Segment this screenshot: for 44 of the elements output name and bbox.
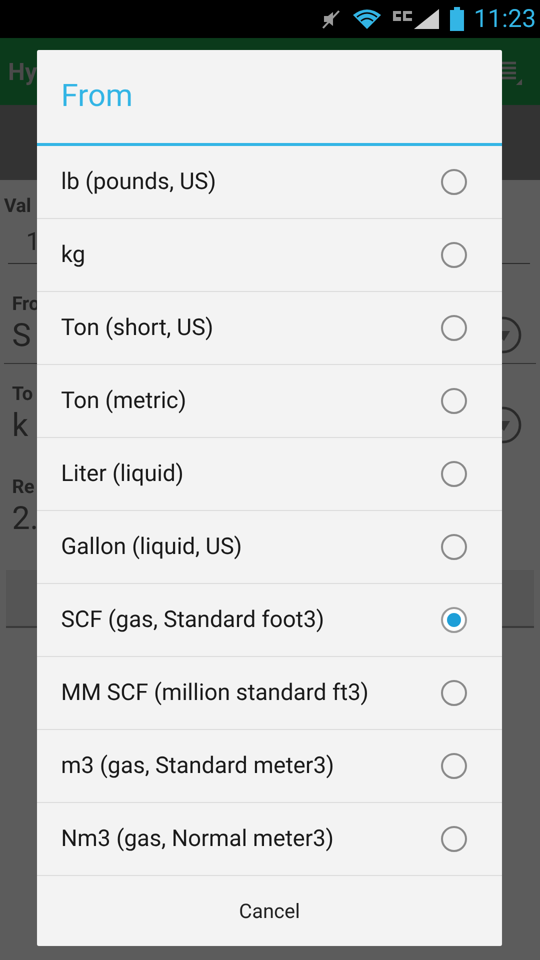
list-item[interactable]: Ton (metric) [37,365,502,438]
list-item[interactable]: kg [37,219,502,292]
item-label: Liter (liquid) [61,458,184,489]
wifi-icon [352,8,382,30]
radio-button[interactable] [441,315,467,341]
list-item[interactable]: Ton (short, US) [37,292,502,365]
radio-button[interactable] [441,680,467,706]
dropdown-value: S [12,315,31,356]
radio-button[interactable] [441,607,467,633]
battery-icon [450,7,464,31]
field-label: Re [12,477,34,496]
radio-button[interactable] [441,534,467,560]
list-item[interactable]: m3 (gas, Standard meter3) [37,730,502,803]
item-label: Ton (metric) [61,386,186,416]
radio-button[interactable] [441,826,467,852]
result-value: 2. [12,498,38,539]
radio-button[interactable] [441,461,467,487]
app-title: Hy [8,56,38,88]
cancel-button[interactable]: Cancel [37,876,502,946]
item-label: lb (pounds, US) [61,166,216,197]
list-item[interactable]: SCF (gas, Standard foot3) [37,584,502,657]
item-label: MM SCF (million standard ft3) [61,678,369,708]
item-label: Ton (short, US) [61,312,214,343]
clock: 11:23 [474,6,536,32]
list-item[interactable]: Nm3 (gas, Normal meter3) [37,803,502,876]
dropdown-value: k [12,405,28,446]
signal-icon [392,7,440,31]
field-label: To [12,384,33,403]
muted-speaker-icon [320,8,342,30]
item-label: m3 (gas, Standard meter3) [61,750,334,781]
list-item[interactable]: lb (pounds, US) [37,146,502,219]
item-label: Nm3 (gas, Normal meter3) [61,824,334,854]
item-label: SCF (gas, Standard foot3) [61,604,324,635]
radio-button[interactable] [441,242,467,268]
list-item[interactable]: Liter (liquid) [37,438,502,511]
radio-button[interactable] [441,753,467,779]
dialog-title: From [61,76,133,116]
radio-button[interactable] [441,388,467,414]
field-label: Val [4,196,32,215]
list-item[interactable]: Gallon (liquid, US) [37,511,502,584]
list-item[interactable]: MM SCF (million standard ft3) [37,657,502,730]
item-label: Gallon (liquid, US) [61,532,242,562]
radio-button[interactable] [441,169,467,195]
item-label: kg [61,240,86,270]
